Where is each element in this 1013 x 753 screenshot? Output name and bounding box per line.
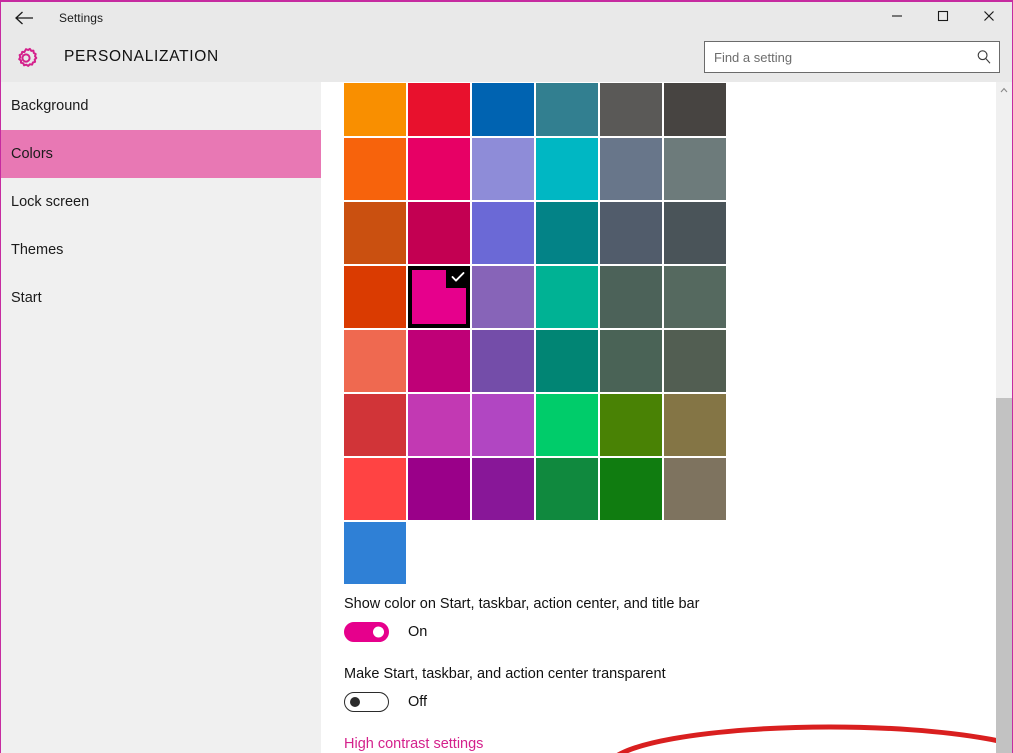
- color-swatch[interactable]: [600, 330, 662, 392]
- color-row: [344, 138, 734, 200]
- gear-icon: [11, 44, 41, 72]
- sidebar: Background Colors Lock screen Themes Sta…: [1, 82, 321, 753]
- color-swatch[interactable]: [472, 138, 534, 200]
- color-row: [344, 202, 734, 264]
- color-swatch[interactable]: [600, 458, 662, 520]
- vertical-scrollbar[interactable]: [996, 82, 1012, 753]
- color-swatch[interactable]: [600, 202, 662, 264]
- color-row: [344, 458, 734, 520]
- transparency-toggle[interactable]: [344, 692, 389, 712]
- scrollbar-thumb[interactable]: [996, 398, 1012, 753]
- color-swatch[interactable]: [536, 394, 598, 456]
- color-swatch[interactable]: [472, 330, 534, 392]
- search-icon[interactable]: [969, 49, 999, 65]
- color-swatch[interactable]: [408, 202, 470, 264]
- color-swatch[interactable]: [344, 522, 406, 584]
- sidebar-item-start[interactable]: Start: [1, 274, 321, 322]
- color-swatch[interactable]: [472, 83, 534, 136]
- annotation-ellipse: [604, 723, 996, 753]
- color-swatch[interactable]: [600, 266, 662, 328]
- search-input[interactable]: [705, 42, 969, 72]
- sidebar-item-label: Start: [11, 290, 42, 306]
- sidebar-item-background[interactable]: Background: [1, 82, 321, 130]
- sidebar-item-colors[interactable]: Colors: [1, 130, 321, 178]
- color-swatch[interactable]: [664, 138, 726, 200]
- sidebar-item-label: Lock screen: [11, 194, 90, 210]
- color-swatch[interactable]: [600, 83, 662, 136]
- sidebar-item-themes[interactable]: Themes: [1, 226, 321, 274]
- color-swatch[interactable]: [600, 138, 662, 200]
- color-swatch[interactable]: [664, 202, 726, 264]
- maximize-icon: [937, 9, 949, 27]
- minimize-button[interactable]: [874, 2, 920, 34]
- chevron-up-icon[interactable]: [996, 82, 1012, 98]
- sidebar-item-label: Background: [11, 98, 89, 114]
- color-swatch[interactable]: [344, 138, 406, 200]
- color-swatch[interactable]: [344, 330, 406, 392]
- color-swatch[interactable]: [344, 458, 406, 520]
- minimize-icon: [891, 9, 903, 27]
- color-row: [344, 522, 734, 584]
- high-contrast-settings-link[interactable]: High contrast settings: [344, 736, 483, 752]
- color-swatch[interactable]: [536, 266, 598, 328]
- show-color-toggle-state: On: [408, 624, 428, 640]
- color-swatch[interactable]: [536, 330, 598, 392]
- color-swatch[interactable]: [664, 458, 726, 520]
- checkmark-icon: [446, 266, 470, 288]
- toggle-knob: [373, 626, 384, 638]
- window-title: Settings: [59, 11, 104, 25]
- color-swatch[interactable]: [344, 202, 406, 264]
- color-swatch[interactable]: [664, 83, 726, 136]
- transparency-label: Make Start, taskbar, and action center t…: [344, 666, 666, 682]
- page-title: PERSONALIZATION: [64, 48, 219, 65]
- color-swatch[interactable]: [344, 394, 406, 456]
- show-color-label: Show color on Start, taskbar, action cen…: [344, 596, 700, 612]
- show-color-toggle[interactable]: [344, 622, 389, 642]
- content-pane: Show color on Start, taskbar, action cen…: [321, 82, 996, 753]
- transparency-toggle-row: Off: [344, 692, 427, 712]
- color-swatch[interactable]: [664, 266, 726, 328]
- color-swatch[interactable]: [408, 330, 470, 392]
- search-box[interactable]: [704, 41, 1000, 73]
- color-swatch[interactable]: [472, 202, 534, 264]
- color-swatch[interactable]: [408, 138, 470, 200]
- maximize-button[interactable]: [920, 2, 966, 34]
- color-swatch[interactable]: [536, 138, 598, 200]
- color-row: [344, 83, 734, 136]
- sidebar-item-label: Themes: [11, 242, 64, 258]
- back-button[interactable]: [1, 2, 47, 34]
- color-row: [344, 266, 734, 328]
- accent-color-grid: [344, 83, 734, 586]
- color-swatch[interactable]: [472, 266, 534, 328]
- color-row: [344, 394, 734, 456]
- window-controls: [874, 2, 1012, 34]
- color-swatch[interactable]: [600, 394, 662, 456]
- color-swatch[interactable]: [408, 394, 470, 456]
- transparency-toggle-state: Off: [408, 694, 428, 710]
- sidebar-item-label: Colors: [11, 146, 53, 162]
- color-swatch[interactable]: [472, 458, 534, 520]
- color-swatch[interactable]: [472, 394, 534, 456]
- back-arrow-icon: [14, 10, 34, 26]
- page-header: PERSONALIZATION: [1, 34, 1012, 82]
- color-swatch[interactable]: [664, 394, 726, 456]
- color-swatch[interactable]: [536, 83, 598, 136]
- sidebar-item-lock-screen[interactable]: Lock screen: [1, 178, 321, 226]
- title-bar: Settings: [1, 2, 1012, 34]
- color-swatch[interactable]: [664, 330, 726, 392]
- color-swatch[interactable]: [344, 266, 406, 328]
- color-swatch[interactable]: [536, 458, 598, 520]
- color-swatch[interactable]: [408, 83, 470, 136]
- color-swatch[interactable]: [408, 266, 470, 328]
- close-icon: [983, 9, 995, 27]
- close-button[interactable]: [966, 2, 1012, 34]
- settings-window: Settings PERSONALIZATION Find a setting …: [0, 0, 1013, 753]
- toggle-knob: [350, 697, 360, 707]
- color-swatch[interactable]: [408, 458, 470, 520]
- show-color-toggle-row: On: [344, 622, 427, 642]
- color-swatch[interactable]: [344, 83, 406, 136]
- color-swatch[interactable]: [536, 202, 598, 264]
- color-row: [344, 330, 734, 392]
